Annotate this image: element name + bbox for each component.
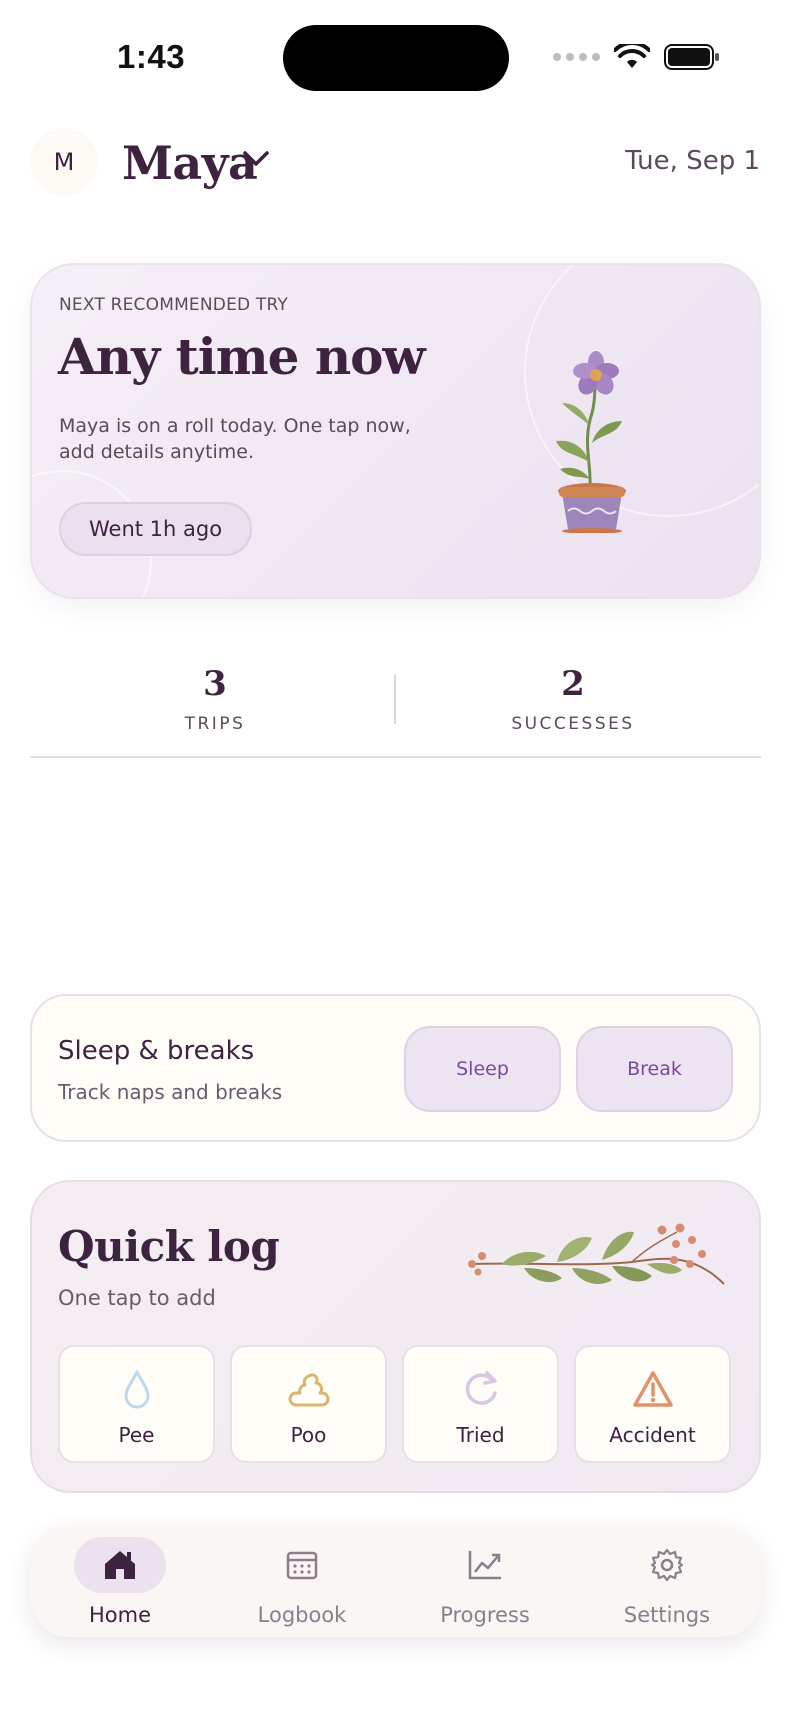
current-date: Tue, Sep 1 bbox=[625, 146, 760, 176]
poo-label: Poo bbox=[290, 1423, 327, 1447]
log-poo-button[interactable]: Poo bbox=[230, 1345, 387, 1463]
droplet-icon bbox=[124, 1370, 149, 1409]
avatar-initial: M bbox=[53, 148, 75, 176]
tab-settings-label: Settings bbox=[623, 1603, 711, 1627]
poo-icon bbox=[288, 1373, 329, 1407]
sleep-button[interactable]: Sleep bbox=[404, 1026, 561, 1112]
quick-log-title: Quick log bbox=[58, 1222, 280, 1271]
tab-bar: Home Logbook Progress Settings bbox=[30, 1525, 761, 1637]
successes-count: 2 bbox=[561, 664, 585, 704]
gear-icon bbox=[650, 1548, 684, 1582]
tab-progress[interactable]: Progress bbox=[395, 1525, 575, 1637]
break-button[interactable]: Break bbox=[576, 1026, 733, 1112]
dynamic-island bbox=[283, 25, 509, 91]
tab-logbook[interactable]: Logbook bbox=[212, 1525, 392, 1637]
tab-logbook-label: Logbook bbox=[257, 1603, 347, 1627]
berry-branch-illustration bbox=[468, 1223, 725, 1285]
next-try-kicker: NEXT RECOMMENDED TRY bbox=[59, 295, 289, 315]
tab-home[interactable]: Home bbox=[30, 1525, 210, 1637]
chevron-down-icon[interactable] bbox=[242, 150, 270, 168]
stats-divider bbox=[394, 674, 396, 724]
quick-log-card: Quick log One tap to add Pee Poo Tried A… bbox=[30, 1180, 761, 1493]
log-accident-button[interactable]: Accident bbox=[574, 1345, 731, 1463]
tab-settings[interactable]: Settings bbox=[577, 1525, 757, 1637]
cellular-signal-icon bbox=[553, 53, 600, 61]
successes-stat: 2 SUCCESSES bbox=[423, 664, 723, 734]
trips-label: TRIPS bbox=[184, 714, 246, 734]
next-try-description: Maya is on a roll today. One tap now, ad… bbox=[59, 415, 411, 463]
potted-flower-illustration bbox=[556, 351, 626, 533]
tab-progress-label: Progress bbox=[440, 1603, 530, 1627]
trips-count: 3 bbox=[203, 664, 227, 704]
pee-label: Pee bbox=[118, 1423, 155, 1447]
avatar[interactable]: M bbox=[30, 128, 98, 196]
warning-icon bbox=[632, 1371, 673, 1407]
chart-icon bbox=[468, 1551, 501, 1580]
retry-icon bbox=[465, 1371, 497, 1405]
sleep-breaks-subtitle: Track naps and breaks bbox=[58, 1080, 283, 1104]
child-selector[interactable]: Maya bbox=[122, 136, 258, 190]
home-icon bbox=[105, 1551, 135, 1579]
status-time: 1:43 bbox=[117, 38, 186, 75]
sleep-breaks-card: Sleep & breaks Track naps and breaks Sle… bbox=[30, 994, 761, 1142]
calendar-icon bbox=[286, 1551, 318, 1580]
quick-log-subtitle: One tap to add bbox=[58, 1286, 216, 1310]
last-trip-pill[interactable]: Went 1h ago bbox=[59, 502, 253, 556]
accident-label: Accident bbox=[609, 1423, 696, 1447]
sleep-breaks-title: Sleep & breaks bbox=[58, 1036, 255, 1066]
next-try-card: NEXT RECOMMENDED TRY Any time now Maya i… bbox=[30, 263, 761, 599]
successes-label: SUCCESSES bbox=[511, 714, 635, 734]
log-pee-button[interactable]: Pee bbox=[58, 1345, 215, 1463]
wifi-icon bbox=[614, 44, 650, 68]
next-try-title: Any time now bbox=[58, 327, 426, 386]
trips-stat: 3 TRIPS bbox=[65, 664, 365, 734]
status-icons bbox=[553, 44, 720, 70]
tried-label: Tried bbox=[456, 1423, 505, 1447]
log-tried-button[interactable]: Tried bbox=[402, 1345, 559, 1463]
stats-underline bbox=[30, 756, 761, 758]
battery-icon bbox=[664, 44, 719, 70]
tab-home-label: Home bbox=[88, 1603, 151, 1627]
